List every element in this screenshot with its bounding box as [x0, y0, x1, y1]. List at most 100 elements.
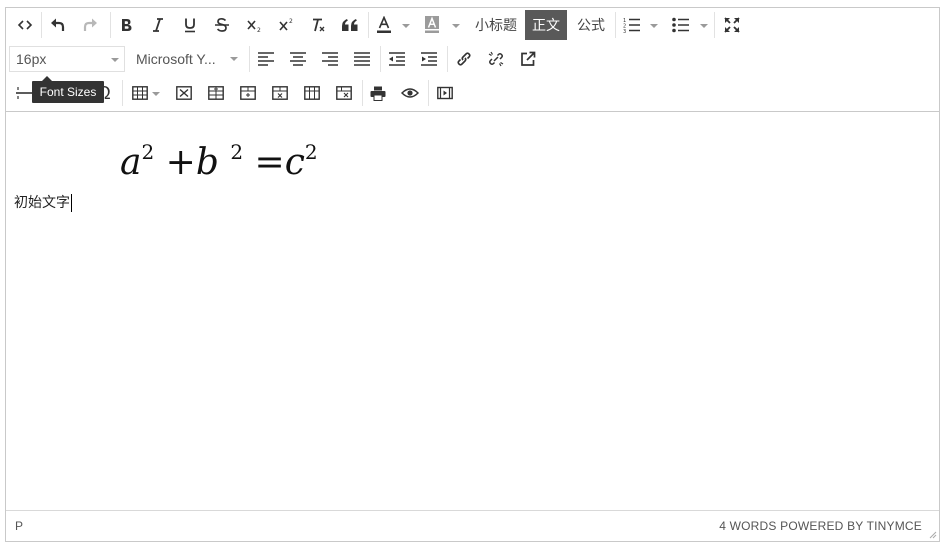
delete-row-button[interactable] [268, 78, 292, 108]
bullet-list-icon [672, 17, 689, 33]
bold-icon [122, 19, 132, 31]
subscript-button[interactable]: 2 [242, 10, 266, 40]
formula-var-c: c [284, 142, 305, 183]
separator [41, 12, 42, 38]
table-dropdown[interactable] [152, 92, 160, 96]
separator [447, 46, 448, 72]
body-text-button[interactable]: 正文 [525, 10, 567, 40]
blockquote-icon [342, 19, 358, 31]
outdent-button[interactable] [385, 44, 409, 74]
unlink-button[interactable] [484, 44, 508, 74]
insert-row-after-icon [240, 86, 256, 100]
insert-row-before-icon [208, 86, 224, 100]
toolbar-row-1: 2 2 小标题 正文 公式 1 2 3 [6, 8, 939, 42]
formula-var-a: a [120, 142, 142, 183]
font-size-value: 16px [16, 51, 47, 67]
insert-row-after-button[interactable] [236, 78, 260, 108]
preview-button[interactable] [398, 78, 422, 108]
delete-column-icon [336, 86, 352, 100]
print-icon [370, 86, 386, 101]
underline-icon [185, 18, 195, 33]
paragraph-text: 初始文字 [14, 195, 70, 211]
table-button[interactable] [128, 78, 152, 108]
align-center-button[interactable] [286, 44, 310, 74]
bullet-list-button[interactable] [668, 10, 694, 40]
media-button[interactable] [433, 78, 457, 108]
background-color-dropdown[interactable] [452, 24, 460, 28]
strikethrough-button[interactable] [210, 10, 234, 40]
text-color-button[interactable] [372, 10, 396, 40]
source-code-button[interactable] [13, 10, 37, 40]
fullscreen-button[interactable] [720, 10, 744, 40]
unlink-icon [488, 51, 504, 67]
indent-icon [421, 52, 437, 66]
formula-exponent-a: 2 [141, 140, 155, 164]
word-count: 4 WORDS POWERED BY TINYMCE [719, 519, 922, 533]
formula-button[interactable]: 公式 [570, 10, 612, 40]
indent-button[interactable] [417, 44, 441, 74]
editor-content-area[interactable]: a2 +b 2 =c2 初始文字 [6, 112, 939, 512]
rich-text-editor: 2 2 小标题 正文 公式 1 2 3 16px Microsoft Y... … [5, 7, 940, 542]
superscript-button[interactable]: 2 [274, 10, 298, 40]
align-right-icon [322, 52, 338, 66]
font-family-value: Microsoft Y... [136, 51, 216, 67]
separator [380, 46, 381, 72]
heading-button[interactable]: 小标题 [470, 10, 522, 40]
redo-button[interactable] [78, 10, 102, 40]
delete-column-button[interactable] [332, 78, 356, 108]
undo-icon [51, 18, 65, 31]
print-button[interactable] [366, 78, 390, 108]
separator [362, 80, 363, 106]
insert-column-button[interactable] [300, 78, 324, 108]
font-family-select[interactable]: Microsoft Y... [130, 46, 246, 72]
text-color-icon [377, 16, 391, 33]
toolbar: 2 2 小标题 正文 公式 1 2 3 16px Microsoft Y... … [6, 8, 939, 112]
numbered-list-button[interactable]: 123 [619, 10, 645, 40]
italic-button[interactable] [146, 10, 170, 40]
background-color-icon [425, 16, 439, 33]
align-right-button[interactable] [318, 44, 342, 74]
element-path[interactable]: P [15, 519, 23, 533]
resize-handle-icon[interactable] [929, 531, 937, 539]
insert-column-icon [304, 86, 320, 100]
bold-button[interactable] [114, 10, 138, 40]
bullet-list-dropdown[interactable] [700, 24, 708, 28]
formula-exponent-b: 2 [230, 140, 244, 164]
align-left-icon [258, 52, 274, 66]
open-link-icon [521, 51, 536, 66]
clear-format-icon [313, 18, 325, 32]
blockquote-button[interactable] [338, 10, 362, 40]
font-size-select[interactable]: 16px [9, 46, 125, 72]
undo-button[interactable] [46, 10, 70, 40]
svg-text:2: 2 [289, 18, 293, 25]
clear-format-button[interactable] [306, 10, 330, 40]
open-link-button[interactable] [516, 44, 540, 74]
justify-icon [354, 52, 370, 66]
formula-exponent-c: 2 [304, 140, 318, 164]
chevron-down-icon [230, 57, 238, 61]
separator [249, 46, 250, 72]
separator [428, 80, 429, 106]
preview-icon [401, 88, 419, 98]
formula-plus: + [165, 142, 196, 183]
background-color-button[interactable] [420, 10, 444, 40]
chevron-down-icon [111, 58, 119, 62]
math-formula[interactable]: a2 +b 2 =c2 [120, 140, 318, 183]
delete-table-button[interactable] [172, 78, 196, 108]
text-color-dropdown[interactable] [402, 24, 410, 28]
justify-button[interactable] [350, 44, 374, 74]
separator [714, 12, 715, 38]
underline-button[interactable] [178, 10, 202, 40]
table-icon [132, 86, 148, 100]
separator [615, 12, 616, 38]
insert-row-before-button[interactable] [204, 78, 228, 108]
align-left-button[interactable] [254, 44, 278, 74]
link-icon [457, 52, 471, 66]
paragraph[interactable]: 初始文字 [14, 192, 72, 212]
numbered-list-dropdown[interactable] [650, 24, 658, 28]
separator [368, 12, 369, 38]
delete-table-icon [176, 86, 192, 100]
subscript-icon: 2 [247, 20, 261, 33]
link-button[interactable] [452, 44, 476, 74]
svg-text:2: 2 [257, 27, 261, 33]
